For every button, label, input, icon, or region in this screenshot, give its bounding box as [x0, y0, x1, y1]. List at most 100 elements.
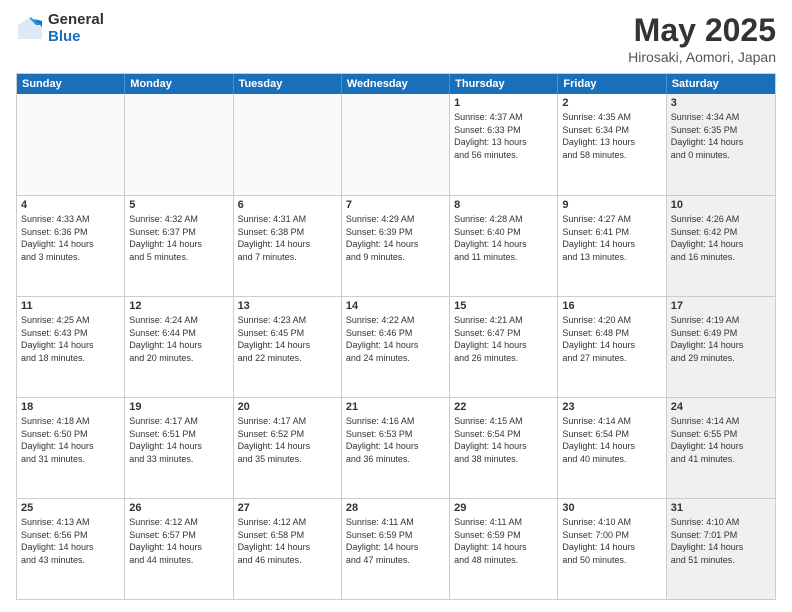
calendar-cell-11: 11 Sunrise: 4:25 AM Sunset: 6:43 PM Dayli…: [17, 297, 125, 397]
calendar-cell-19: 19 Sunrise: 4:17 AM Sunset: 6:51 PM Dayli…: [125, 398, 233, 498]
cell-info: Sunrise: 4:31 AM Sunset: 6:38 PM Dayligh…: [238, 213, 337, 263]
day-number: 27: [238, 502, 337, 514]
cell-info: Sunrise: 4:16 AM Sunset: 6:53 PM Dayligh…: [346, 415, 445, 465]
cell-info: Sunrise: 4:17 AM Sunset: 6:51 PM Dayligh…: [129, 415, 228, 465]
day-number: 14: [346, 300, 445, 312]
cell-info: Sunrise: 4:12 AM Sunset: 6:58 PM Dayligh…: [238, 516, 337, 566]
day-number: 16: [562, 300, 661, 312]
header: General Blue May 2025 Hirosaki, Aomori, …: [16, 12, 776, 65]
calendar-cell-27: 27 Sunrise: 4:12 AM Sunset: 6:58 PM Dayli…: [234, 499, 342, 599]
day-number: 10: [671, 199, 771, 211]
cell-info: Sunrise: 4:21 AM Sunset: 6:47 PM Dayligh…: [454, 314, 553, 364]
calendar-cell-16: 16 Sunrise: 4:20 AM Sunset: 6:48 PM Dayli…: [558, 297, 666, 397]
cell-info: Sunrise: 4:10 AM Sunset: 7:00 PM Dayligh…: [562, 516, 661, 566]
calendar-cell-empty-0-1: [125, 94, 233, 195]
calendar-cell-empty-0-2: [234, 94, 342, 195]
day-number: 15: [454, 300, 553, 312]
calendar-cell-1: 1Sunrise: 4:37 AM Sunset: 6:33 PM Daylig…: [450, 94, 558, 195]
calendar-cell-25: 25Sunrise: 4:13 AM Sunset: 6:56 PM Dayli…: [17, 499, 125, 599]
calendar-cell-20: 20Sunrise: 4:17 AM Sunset: 6:52 PM Dayli…: [234, 398, 342, 498]
day-number: 19: [129, 401, 228, 413]
calendar-cell-8: 8 Sunrise: 4:28 AM Sunset: 6:40 PM Daylig…: [450, 196, 558, 296]
calendar-cell-14: 14 Sunrise: 4:22 AM Sunset: 6:46 PM Dayli…: [342, 297, 450, 397]
calendar-cell-13: 13 Sunrise: 4:23 AM Sunset: 6:45 PM Dayli…: [234, 297, 342, 397]
day-number: 29: [454, 502, 553, 514]
cell-info: Sunrise: 4:27 AM Sunset: 6:41 PM Dayligh…: [562, 213, 661, 263]
calendar-cell-10: 10Sunrise: 4:26 AM Sunset: 6:42 PM Dayli…: [667, 196, 775, 296]
cell-info: Sunrise: 4:29 AM Sunset: 6:39 PM Dayligh…: [346, 213, 445, 263]
calendar: SundayMondayTuesdayWednesdayThursdayFrid…: [16, 73, 776, 600]
calendar-row-2: 11 Sunrise: 4:25 AM Sunset: 6:43 PM Dayli…: [17, 296, 775, 397]
cell-info: Sunrise: 4:10 AM Sunset: 7:01 PM Dayligh…: [671, 516, 771, 566]
calendar-cell-28: 28Sunrise: 4:11 AM Sunset: 6:59 PM Dayli…: [342, 499, 450, 599]
cell-info: Sunrise: 4:20 AM Sunset: 6:48 PM Dayligh…: [562, 314, 661, 364]
calendar-cell-15: 15 Sunrise: 4:21 AM Sunset: 6:47 PM Dayli…: [450, 297, 558, 397]
day-number: 11: [21, 300, 120, 312]
day-number: 31: [671, 502, 771, 514]
day-number: 26: [129, 502, 228, 514]
calendar-cell-31: 31 Sunrise: 4:10 AM Sunset: 7:01 PM Dayli…: [667, 499, 775, 599]
day-number: 18: [21, 401, 120, 413]
day-number: 4: [21, 199, 120, 211]
calendar-row-1: 4 Sunrise: 4:33 AM Sunset: 6:36 PM Daylig…: [17, 195, 775, 296]
day-number: 20: [238, 401, 337, 413]
cell-info: Sunrise: 4:14 AM Sunset: 6:55 PM Dayligh…: [671, 415, 771, 465]
day-number: 8: [454, 199, 553, 211]
calendar-cell-empty-0-0: [17, 94, 125, 195]
weekday-header-thursday: Thursday: [450, 74, 558, 94]
cell-info: Sunrise: 4:22 AM Sunset: 6:46 PM Dayligh…: [346, 314, 445, 364]
weekday-header-sunday: Sunday: [17, 74, 125, 94]
day-number: 17: [671, 300, 771, 312]
calendar-cell-18: 18Sunrise: 4:18 AM Sunset: 6:50 PM Dayli…: [17, 398, 125, 498]
calendar-body: 1Sunrise: 4:37 AM Sunset: 6:33 PM Daylig…: [17, 94, 775, 599]
calendar-cell-4: 4 Sunrise: 4:33 AM Sunset: 6:36 PM Daylig…: [17, 196, 125, 296]
weekday-header-monday: Monday: [125, 74, 233, 94]
cell-info: Sunrise: 4:19 AM Sunset: 6:49 PM Dayligh…: [671, 314, 771, 364]
logo-blue: Blue: [48, 29, 104, 46]
calendar-cell-26: 26 Sunrise: 4:12 AM Sunset: 6:57 PM Dayli…: [125, 499, 233, 599]
cell-info: Sunrise: 4:34 AM Sunset: 6:35 PM Dayligh…: [671, 111, 771, 161]
logo: General Blue: [16, 12, 104, 45]
cell-info: Sunrise: 4:25 AM Sunset: 6:43 PM Dayligh…: [21, 314, 120, 364]
day-number: 9: [562, 199, 661, 211]
page: General Blue May 2025 Hirosaki, Aomori, …: [0, 0, 792, 612]
day-number: 5: [129, 199, 228, 211]
title-location: Hirosaki, Aomori, Japan: [628, 49, 776, 65]
calendar-cell-22: 22Sunrise: 4:15 AM Sunset: 6:54 PM Dayli…: [450, 398, 558, 498]
day-number: 24: [671, 401, 771, 413]
cell-info: Sunrise: 4:24 AM Sunset: 6:44 PM Dayligh…: [129, 314, 228, 364]
cell-info: Sunrise: 4:14 AM Sunset: 6:54 PM Dayligh…: [562, 415, 661, 465]
weekday-header-saturday: Saturday: [667, 74, 775, 94]
cell-info: Sunrise: 4:15 AM Sunset: 6:54 PM Dayligh…: [454, 415, 553, 465]
calendar-cell-7: 7Sunrise: 4:29 AM Sunset: 6:39 PM Daylig…: [342, 196, 450, 296]
cell-info: Sunrise: 4:32 AM Sunset: 6:37 PM Dayligh…: [129, 213, 228, 263]
logo-text: General Blue: [48, 12, 104, 45]
day-number: 12: [129, 300, 228, 312]
calendar-row-3: 18Sunrise: 4:18 AM Sunset: 6:50 PM Dayli…: [17, 397, 775, 498]
calendar-cell-12: 12 Sunrise: 4:24 AM Sunset: 6:44 PM Dayli…: [125, 297, 233, 397]
calendar-header: SundayMondayTuesdayWednesdayThursdayFrid…: [17, 74, 775, 94]
weekday-header-tuesday: Tuesday: [234, 74, 342, 94]
calendar-cell-21: 21 Sunrise: 4:16 AM Sunset: 6:53 PM Dayli…: [342, 398, 450, 498]
calendar-cell-23: 23 Sunrise: 4:14 AM Sunset: 6:54 PM Dayli…: [558, 398, 666, 498]
calendar-cell-2: 2Sunrise: 4:35 AM Sunset: 6:34 PM Daylig…: [558, 94, 666, 195]
calendar-cell-17: 17 Sunrise: 4:19 AM Sunset: 6:49 PM Dayli…: [667, 297, 775, 397]
title-month: May 2025: [628, 12, 776, 49]
logo-icon: [16, 15, 44, 43]
cell-info: Sunrise: 4:11 AM Sunset: 6:59 PM Dayligh…: [346, 516, 445, 566]
day-number: 23: [562, 401, 661, 413]
day-number: 21: [346, 401, 445, 413]
weekday-header-friday: Friday: [558, 74, 666, 94]
calendar-row-0: 1Sunrise: 4:37 AM Sunset: 6:33 PM Daylig…: [17, 94, 775, 195]
day-number: 25: [21, 502, 120, 514]
day-number: 13: [238, 300, 337, 312]
day-number: 1: [454, 97, 553, 109]
cell-info: Sunrise: 4:33 AM Sunset: 6:36 PM Dayligh…: [21, 213, 120, 263]
cell-info: Sunrise: 4:12 AM Sunset: 6:57 PM Dayligh…: [129, 516, 228, 566]
cell-info: Sunrise: 4:35 AM Sunset: 6:34 PM Dayligh…: [562, 111, 661, 161]
cell-info: Sunrise: 4:23 AM Sunset: 6:45 PM Dayligh…: [238, 314, 337, 364]
calendar-cell-3: 3Sunrise: 4:34 AM Sunset: 6:35 PM Daylig…: [667, 94, 775, 195]
cell-info: Sunrise: 4:28 AM Sunset: 6:40 PM Dayligh…: [454, 213, 553, 263]
calendar-cell-6: 6Sunrise: 4:31 AM Sunset: 6:38 PM Daylig…: [234, 196, 342, 296]
cell-info: Sunrise: 4:11 AM Sunset: 6:59 PM Dayligh…: [454, 516, 553, 566]
